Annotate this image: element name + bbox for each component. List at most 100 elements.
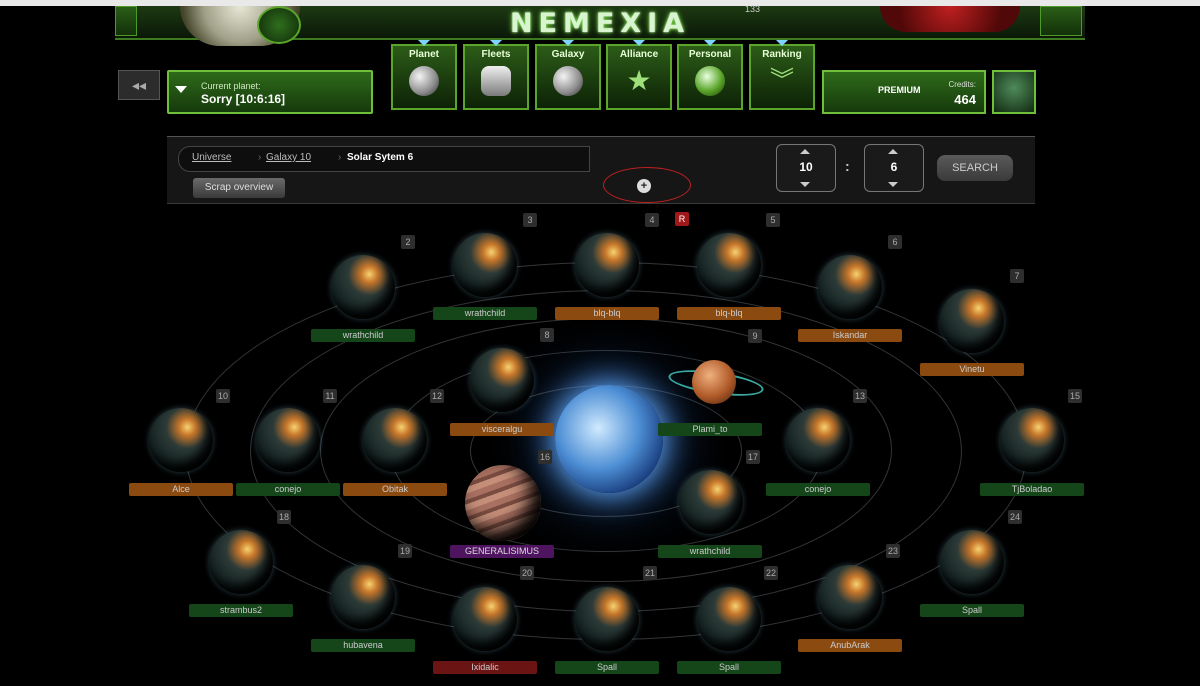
search-button[interactable]: SEARCH (937, 155, 1013, 181)
nav-personal[interactable]: Personal (677, 40, 743, 110)
planet-owner[interactable]: GENERALISIMUS (450, 545, 554, 558)
planet-11[interactable] (256, 408, 320, 472)
planet-owner[interactable]: Spall (555, 661, 659, 674)
planet-owner[interactable]: Plami_to (658, 423, 762, 436)
planet-owner[interactable]: Spall (920, 604, 1024, 617)
nav-ranking[interactable]: Ranking ︾ (749, 40, 815, 110)
galaxy-value[interactable]: 10 (777, 160, 835, 174)
nav-planet[interactable]: Planet (391, 40, 457, 110)
planet-19[interactable] (331, 565, 395, 629)
planet-owner[interactable]: blq-blq (555, 307, 659, 320)
planet-18[interactable] (209, 530, 273, 594)
indicator-icon (633, 40, 645, 46)
planet-7[interactable] (940, 289, 1004, 353)
planet-number: 22 (764, 566, 778, 580)
planet-owner[interactable]: wrathchild (311, 329, 415, 342)
credits-label: Credits: (948, 80, 976, 89)
credits-value: 464 (954, 92, 976, 107)
planet-number: 10 (216, 389, 230, 403)
planet-owner[interactable]: blq-blq (677, 307, 781, 320)
planet-number: 7 (1010, 269, 1024, 283)
planet-5[interactable] (697, 233, 761, 297)
current-planet-selector[interactable]: Current planet: Sorry [10:6:16] (167, 70, 373, 114)
planet-4[interactable] (575, 233, 639, 297)
planet-icon (409, 66, 439, 96)
planet-number: 9 (748, 329, 762, 343)
planet-number: 21 (643, 566, 657, 580)
planet-owner[interactable]: strambus2 (189, 604, 293, 617)
planet-owner[interactable]: Ixidalic (433, 661, 537, 674)
planet-owner[interactable]: Alce (129, 483, 233, 496)
planet-22[interactable] (697, 587, 761, 651)
planet-owner[interactable]: visceralgu (450, 423, 554, 436)
indicator-icon (704, 40, 716, 46)
planet-number: 18 (277, 510, 291, 524)
planet-21[interactable] (575, 587, 639, 651)
current-planet-label: Current planet: (201, 81, 261, 91)
nav-label: Galaxy (551, 49, 585, 60)
central-star (555, 385, 663, 493)
arrow-up-icon[interactable] (888, 149, 898, 154)
breadcrumb-galaxy[interactable]: Galaxy 10 (252, 146, 311, 170)
planet-owner[interactable]: conejo (766, 483, 870, 496)
nav-fleets[interactable]: Fleets (463, 40, 529, 110)
emblem-icon (257, 6, 301, 44)
planet-12[interactable] (363, 408, 427, 472)
avatar[interactable] (992, 70, 1036, 114)
planet-owner[interactable]: Obitak (343, 483, 447, 496)
arrow-down-icon[interactable] (800, 182, 810, 187)
nav-galaxy[interactable]: Galaxy (535, 40, 601, 110)
premium-panel[interactable]: PREMIUM Credits: 464 (822, 70, 986, 114)
arrow-down-icon[interactable] (888, 182, 898, 187)
gas-giant-planet[interactable] (465, 465, 541, 541)
planet-owner[interactable]: TjBoladao (980, 483, 1084, 496)
expand-icon[interactable]: + (637, 179, 651, 193)
galaxy-stepper[interactable]: 10 (776, 144, 836, 192)
planet-8[interactable] (470, 348, 534, 412)
nav-label: Ranking (762, 49, 802, 60)
planet-3[interactable] (453, 233, 517, 297)
planet-owner[interactable]: wrathchild (433, 307, 537, 320)
back-button[interactable]: ◂◂ (118, 70, 160, 100)
planet-6[interactable] (818, 255, 882, 319)
planet-24[interactable] (940, 530, 1004, 594)
current-planet-value: Sorry [10:6:16] (201, 92, 286, 106)
arrow-up-icon[interactable] (800, 149, 810, 154)
chevron-down-icon (175, 86, 187, 93)
planet-10[interactable] (149, 408, 213, 472)
coords-separator: : (845, 158, 850, 174)
system-stepper[interactable]: 6 (864, 144, 924, 192)
planet-13[interactable] (786, 408, 850, 472)
planet-15[interactable] (1000, 408, 1064, 472)
premium-label: PREMIUM (878, 85, 921, 95)
planet-23[interactable] (818, 565, 882, 629)
planet-owner[interactable]: hubavena (311, 639, 415, 652)
planet-owner[interactable]: conejo (236, 483, 340, 496)
game-logo: NEMEXIA (509, 8, 691, 39)
planet-number: 4 (645, 213, 659, 227)
planet-2[interactable] (331, 255, 395, 319)
planet-number: 2 (401, 235, 415, 249)
planet-owner[interactable]: Vinetu (920, 363, 1024, 376)
planet-number: 12 (430, 389, 444, 403)
planet-number: 13 (853, 389, 867, 403)
planet-owner[interactable]: Iskandar (798, 329, 902, 342)
planet-20[interactable] (453, 587, 517, 651)
nav-label: Personal (688, 49, 732, 60)
breadcrumb-universe[interactable]: Universe (178, 146, 231, 170)
system-value[interactable]: 6 (865, 160, 923, 174)
nav-label: Planet (408, 49, 439, 60)
planet-number: 15 (1068, 389, 1082, 403)
planet-owner[interactable]: AnubArak (798, 639, 902, 652)
nav-alliance[interactable]: Alliance ★ (606, 40, 672, 110)
red-marker[interactable]: R (675, 212, 689, 226)
scrap-overview-button[interactable]: Scrap overview (193, 178, 285, 198)
planet-number: 16 (538, 450, 552, 464)
indicator-icon (562, 40, 574, 46)
ringed-planet[interactable] (692, 360, 736, 404)
helmet-icon (695, 66, 725, 96)
planet-17[interactable] (679, 470, 743, 534)
planet-owner[interactable]: wrathchild (658, 545, 762, 558)
planet-owner[interactable]: Spall (677, 661, 781, 674)
galaxy-icon (553, 66, 583, 96)
